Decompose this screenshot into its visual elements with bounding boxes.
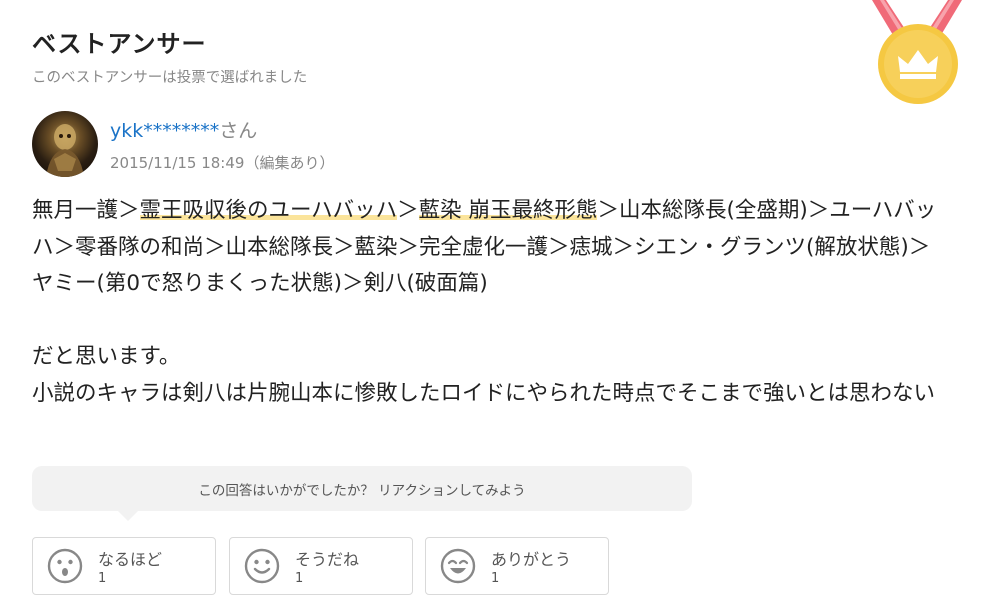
best-answer-medal-icon	[872, 0, 962, 104]
reaction-count: 1	[98, 571, 107, 586]
highlighted-text: 霊王吸収後のユーハバッハ	[139, 198, 398, 223]
reaction-prompt: この回答はいかがでしたか？ リアクションしてみよう	[32, 466, 692, 521]
reaction-prompt-text: この回答はいかがでしたか？ リアクションしてみよう	[198, 483, 526, 499]
reaction-count: 1	[491, 571, 500, 586]
answer-text: ＞	[397, 198, 419, 223]
avatar[interactable]	[32, 111, 98, 177]
honorific-label: さん	[219, 120, 258, 142]
answer-text: 無月一護＞	[32, 198, 140, 223]
answer-line: だと思います。	[32, 344, 181, 369]
reaction-label: なるほど	[98, 550, 163, 569]
page-subtitle: このベストアンサーは投票で選ばれました	[32, 70, 308, 86]
page-title: ベストアンサー	[32, 30, 207, 58]
reaction-button-soudane[interactable]: そうだね 1	[229, 537, 413, 595]
reaction-count: 1	[295, 571, 304, 586]
answer-paragraph: 無月一護＞霊王吸収後のユーハバッハ＞藍染 崩玉最終形態＞山本総隊長(全盛期)＞ユ…	[32, 193, 952, 303]
answer-body: 無月一護＞霊王吸収後のユーハバッハ＞藍染 崩玉最終形態＞山本総隊長(全盛期)＞ユ…	[32, 193, 952, 412]
smile-face-icon	[244, 548, 280, 584]
reaction-label: ありがとう	[491, 550, 572, 569]
reaction-button-arigatou[interactable]: ありがとう 1	[425, 537, 609, 595]
reaction-button-naruhodo[interactable]: なるほど 1	[32, 537, 216, 595]
answer-timestamp: 2015/11/15 18:49（編集あり）	[110, 154, 335, 172]
grin-face-icon	[440, 548, 476, 584]
reaction-label: そうだね	[295, 550, 360, 569]
answerer-name[interactable]: ykk********	[110, 120, 219, 142]
answer-line: 小説のキャラは剣八は片腕山本に惨敗したロイドにやられた時点でそこまで強いとは思わ…	[32, 380, 936, 406]
surprised-face-icon	[47, 548, 83, 584]
answerer-name-link[interactable]: ykk********さん	[110, 116, 257, 143]
highlighted-text: 藍染 崩玉最終形態	[418, 198, 598, 223]
